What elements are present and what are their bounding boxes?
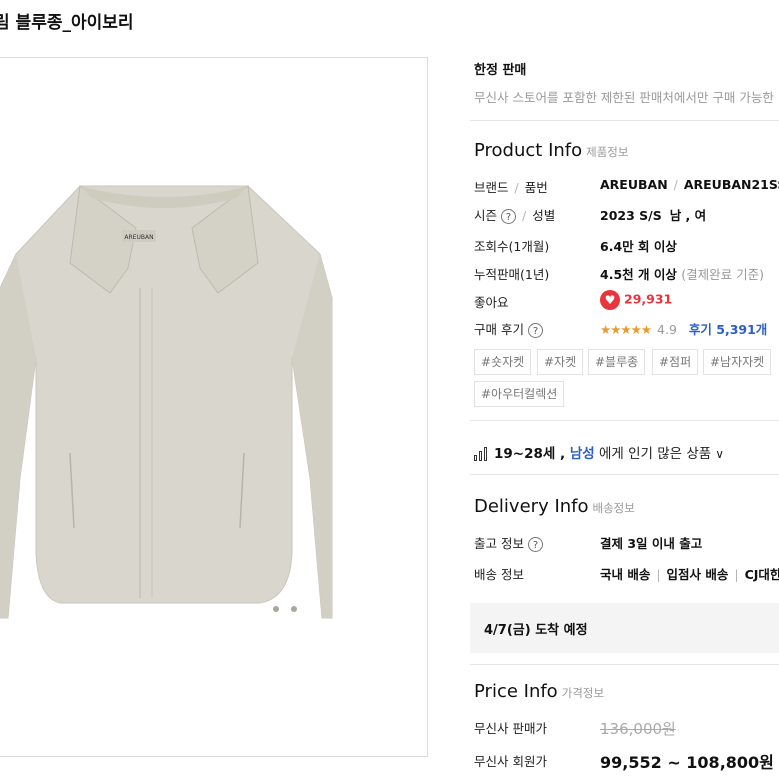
sale-price-row: 무신사 판매가 136,000원 — [474, 720, 676, 738]
heart-icon[interactable]: ♥ — [600, 290, 620, 310]
tag-item[interactable]: #점퍼 — [652, 349, 699, 375]
shipping-row: 출고 정보? 결제 3일 이내 출고 — [474, 536, 703, 552]
review-link[interactable]: 후기 5,391개 — [689, 322, 767, 337]
sales-row: 누적판매(1년) 4.5천 개 이상 (결제완료 기준) — [474, 267, 764, 282]
jacket-illustration: AREUBAN — [0, 185, 333, 619]
jacket-brand-label: AREUBAN — [124, 234, 153, 241]
product-info-heading: Product Info 제품정보 — [474, 140, 629, 161]
limited-sale-desc: 무신사 스토어를 포함한 제한된 판매처에서만 구매 가능한 — [474, 90, 774, 105]
product-image[interactable]: AREUBAN — [0, 57, 428, 757]
price-info-heading: Price Info 가격정보 — [474, 681, 605, 702]
divider — [470, 474, 779, 475]
likes-count: 29,931 — [624, 291, 673, 307]
likes-row: 좋아요 ♥ 29,931 — [474, 290, 673, 310]
shipping-help-icon[interactable]: ? — [527, 537, 543, 552]
tag-item[interactable]: #블루종 — [588, 349, 646, 375]
season-row: 시즌? / 성별 2023 S/S 남 , 여 — [474, 208, 707, 224]
delivery-method-row: 배송 정보 국내 배송 | 입점사 배송 | CJ대한 — [474, 567, 779, 582]
views-row: 조회수(1개월) 6.4만 회 이상 — [474, 239, 677, 254]
tag-item[interactable]: #자켓 — [537, 349, 584, 375]
popular-products-toggle[interactable]: 19~28세 , 남성 에게 인기 많은 상품 ∨ — [474, 442, 724, 462]
product-code: AREUBAN21SS4 — [683, 177, 779, 192]
tag-item[interactable]: #아우터컬렉션 — [474, 381, 565, 407]
review-row: 구매 후기? ★★★★★ 4.9 후기 5,391개 — [474, 322, 768, 338]
original-price: 136,000원 — [600, 720, 676, 738]
divider — [470, 420, 779, 421]
review-help-icon[interactable]: ? — [527, 323, 543, 338]
popular-chart-icon — [474, 447, 490, 461]
tag-item[interactable]: #남자자켓 — [703, 349, 772, 375]
arrival-estimate: 4/7(금) 도착 예정 — [484, 623, 588, 638]
brand-row: 브랜드 / 품번 AREUBAN / AREUBAN21SS4 — [474, 177, 779, 197]
chevron-down-icon: ∨ — [715, 447, 725, 461]
product-title: 림 블루종_아이보리 — [0, 13, 134, 33]
divider — [470, 120, 779, 121]
divider — [470, 664, 779, 665]
brand-link[interactable]: AREUBAN — [600, 177, 668, 192]
season-help-icon[interactable]: ? — [501, 209, 517, 224]
member-price-row: 무신사 회원가 99,552 ~ 108,800원 — [474, 753, 774, 772]
member-price: 99,552 ~ 108,800원 — [600, 753, 774, 772]
delivery-info-heading: Delivery Info 배송정보 — [474, 496, 635, 517]
star-rating-icon: ★★★★★ — [600, 322, 652, 337]
arrival-estimate-box: 4/7(금) 도착 예정 — [470, 603, 779, 653]
limited-sale-title: 한정 판매 — [474, 63, 527, 78]
tag-item[interactable]: #숏자켓 — [474, 349, 532, 375]
